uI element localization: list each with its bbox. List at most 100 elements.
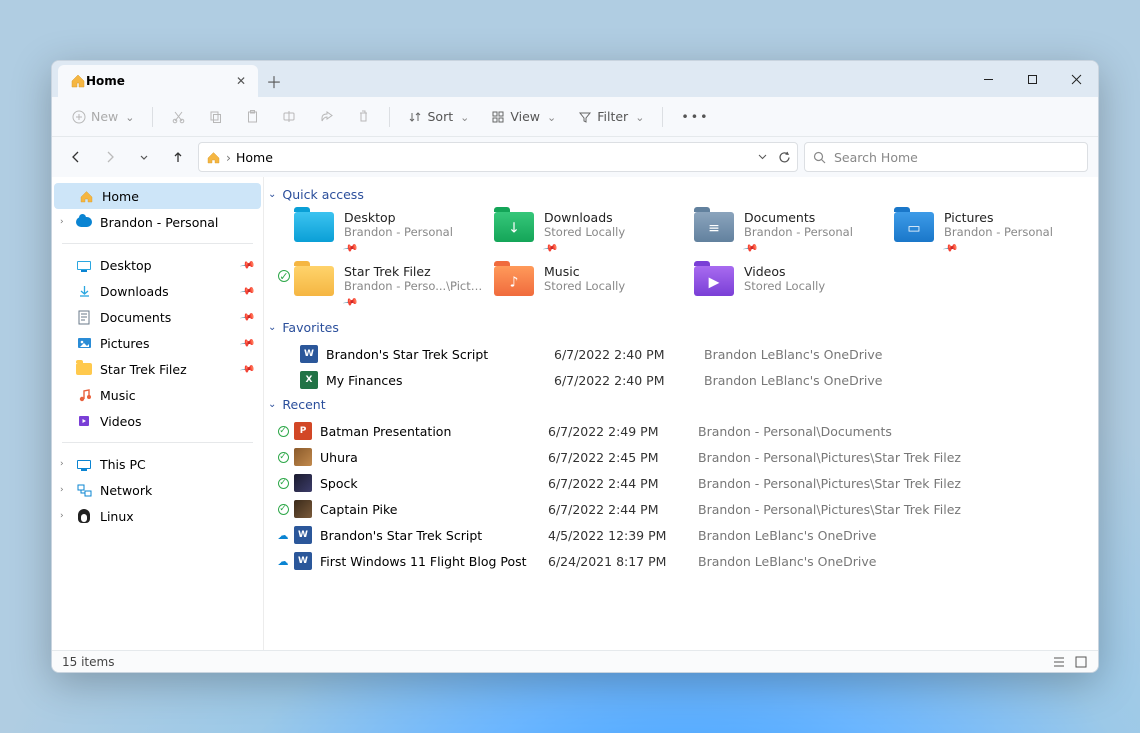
back-button[interactable] [62,143,90,171]
sidebar-divider [62,442,253,443]
quick-access-tile[interactable]: ✓ Star Trek Filez Brandon - Perso...\Pic… [292,262,488,310]
sidebar-item-network[interactable]: › Network [52,477,263,503]
linux-icon [76,508,92,524]
sidebar-item[interactable]: Documents📌 [52,304,263,330]
address-dropdown-icon[interactable] [757,151,768,164]
sidebar-item[interactable]: Music [52,382,263,408]
chevron-right-icon[interactable]: › [60,485,64,495]
sidebar-divider [62,243,253,244]
thumbnails-view-icon[interactable] [1074,655,1088,669]
search-input[interactable]: Search Home [804,142,1088,172]
chevron-down-icon: ⌄ [268,189,276,200]
more-button[interactable]: ••• [673,102,717,132]
sync-badge-icon: ✓ [278,452,289,463]
recent-row[interactable]: ✓ Uhura 6/7/2022 2:45 PM Brandon - Perso… [276,444,1088,470]
chevron-right-icon[interactable]: › [60,217,64,227]
filter-button[interactable]: Filter [570,102,652,132]
cloud-badge-icon: ☁ [278,529,289,542]
quick-access-tile[interactable]: ▭ Pictures Brandon - Personal 📌 [892,208,1088,256]
recent-row[interactable]: ✓ Captain Pike 6/7/2022 2:44 PM Brandon … [276,496,1088,522]
sync-badge-icon: ✓ [278,270,290,282]
view-button[interactable]: View [483,102,564,132]
copy-icon [208,109,223,124]
folder-icon: ≡ [694,210,734,244]
quick-access-tile[interactable]: Desktop Brandon - Personal 📌 [292,208,488,256]
delete-button[interactable] [348,102,379,132]
filter-icon [578,110,592,124]
section-quick-access[interactable]: ⌄ Quick access [268,187,1088,202]
recent-row[interactable]: ☁ W First Windows 11 Flight Blog Post 6/… [276,548,1088,574]
forward-button[interactable] [96,143,124,171]
cut-icon [171,109,186,124]
sidebar-item-this-pc[interactable]: › This PC [52,451,263,477]
window-controls [966,61,1098,97]
recent-locations-button[interactable] [130,143,158,171]
rename-icon [282,109,297,124]
title-bar: Home ✕ ＋ [52,61,1098,97]
close-window-button[interactable] [1054,63,1098,95]
file-icon: W [300,345,318,363]
sidebar-item[interactable]: Star Trek Filez📌 [52,356,263,382]
file-icon: W [294,526,312,544]
minimize-button[interactable] [966,63,1010,95]
copy-button[interactable] [200,102,231,132]
pin-icon: 📌 [942,240,959,256]
recent-row[interactable]: ☁ W Brandon's Star Trek Script 4/5/2022 … [276,522,1088,548]
address-bar[interactable]: › Home [198,142,798,172]
monitor-icon [76,456,92,472]
favorite-row[interactable]: X My Finances 6/7/2022 2:40 PM Brandon L… [276,367,1088,393]
pin-icon: 📌 [239,283,256,299]
maximize-button[interactable] [1010,63,1054,95]
new-tab-button[interactable]: ＋ [258,65,290,97]
section-recent[interactable]: ⌄ Recent [268,397,1088,412]
quick-access-tile[interactable]: ♪ Music Stored Locally [492,262,688,310]
quick-access-tile[interactable]: ▶ Videos Stored Locally [692,262,888,310]
share-button[interactable] [311,102,342,132]
pin-icon: 📌 [239,257,256,273]
folder-icon: ▭ [894,210,934,244]
chevron-right-icon[interactable]: › [60,459,64,469]
sidebar-item[interactable]: Videos [52,408,263,434]
paste-button[interactable] [237,102,268,132]
home-icon [78,188,94,204]
quick-access-tile[interactable]: ≡ Documents Brandon - Personal 📌 [692,208,888,256]
details-view-icon[interactable] [1052,655,1066,669]
view-icon [491,110,505,124]
favorite-row[interactable]: W Brandon's Star Trek Script 6/7/2022 2:… [276,341,1088,367]
sidebar-item-linux[interactable]: › Linux [52,503,263,529]
recent-row[interactable]: ✓ Spock 6/7/2022 2:44 PM Brandon - Perso… [276,470,1088,496]
home-icon [205,149,221,165]
sidebar-item-onedrive[interactable]: › Brandon - Personal [52,209,263,235]
cloud-badge-icon: ☁ [278,555,289,568]
plus-circle-icon [72,110,86,124]
section-favorites[interactable]: ⌄ Favorites [268,320,1088,335]
quick-access-tile[interactable]: ↓ Downloads Stored Locally 📌 [492,208,688,256]
chevron-right-icon[interactable]: › [60,511,64,521]
folder-icon [76,335,92,351]
file-icon: P [294,422,312,440]
tab-home[interactable]: Home ✕ [58,65,258,97]
sidebar-item[interactable]: Downloads📌 [52,278,263,304]
file-icon [294,474,312,492]
rename-button[interactable] [274,102,305,132]
recent-row[interactable]: ✓ P Batman Presentation 6/7/2022 2:49 PM… [276,418,1088,444]
cut-button[interactable] [163,102,194,132]
sync-badge-icon: ✓ [278,426,289,437]
sidebar-item[interactable]: Desktop📌 [52,252,263,278]
cloud-icon [76,214,92,230]
breadcrumb-current[interactable]: Home [236,150,273,165]
folder-icon [294,264,334,298]
close-tab-icon[interactable]: ✕ [236,74,246,88]
sidebar-item-home[interactable]: Home [54,183,261,209]
pin-icon: 📌 [239,361,256,377]
share-icon [319,109,334,124]
navigation-pane: Home › Brandon - Personal Desktop📌Downlo… [52,177,264,650]
new-button[interactable]: New [64,102,142,132]
delete-icon [356,109,371,124]
refresh-icon[interactable] [778,151,791,164]
network-icon [76,482,92,498]
item-count: 15 items [62,655,114,669]
up-button[interactable] [164,143,192,171]
sidebar-item[interactable]: Pictures📌 [52,330,263,356]
sort-button[interactable]: Sort [400,102,477,132]
